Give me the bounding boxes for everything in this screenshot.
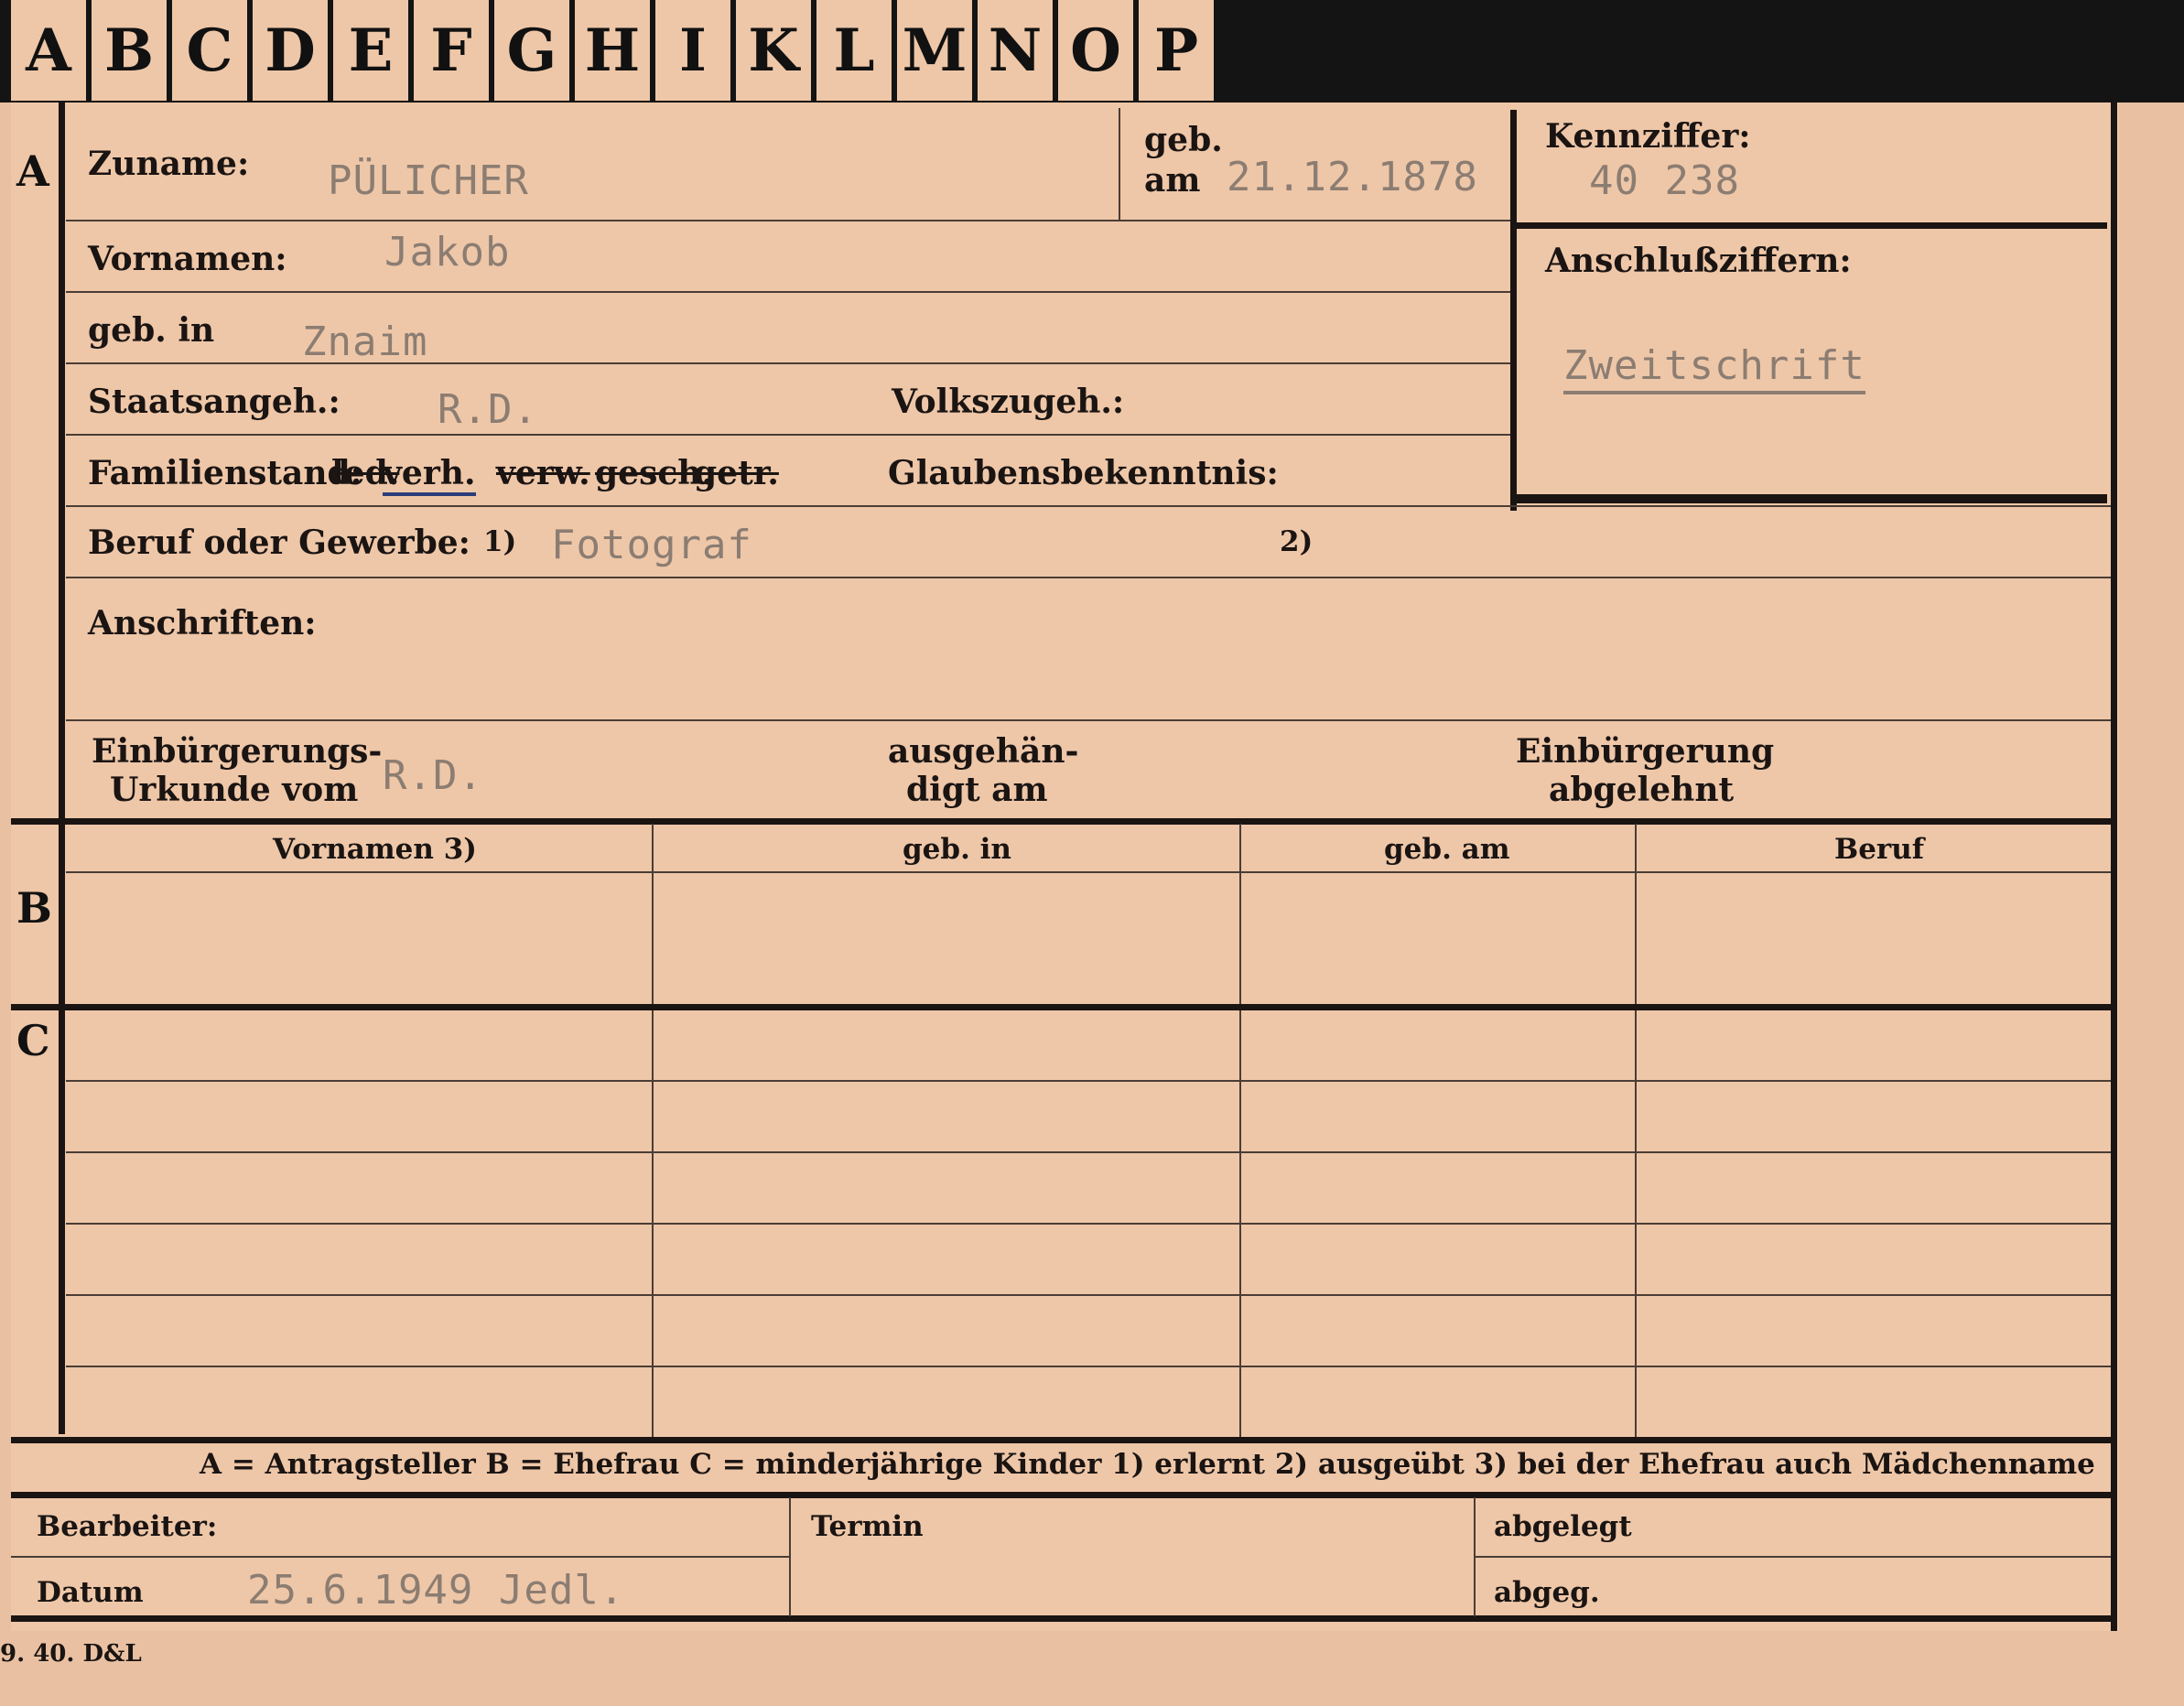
reference-label: Kennziffer:: [1545, 117, 1751, 156]
section-column-divider: [59, 103, 65, 1434]
first-names-label: Vornamen:: [88, 240, 287, 278]
index-tab-i[interactable]: I: [655, 0, 736, 101]
section-a-letter: A: [16, 146, 49, 196]
footer-row-rule: [11, 1556, 789, 1558]
index-tab-e[interactable]: E: [333, 0, 414, 101]
birthplace-value: Znaim: [302, 319, 428, 365]
index-tab-a[interactable]: A: [11, 0, 92, 101]
footer-top-rule: [11, 1492, 2116, 1498]
clerk-label: Bearbeiter:: [37, 1510, 218, 1543]
occupation-value: Fotograf: [551, 522, 752, 568]
row-rule: [66, 220, 1510, 221]
handed-label-2: digt am: [906, 771, 1048, 809]
linked-label: Anschlußziffern:: [1545, 242, 1852, 280]
printer-imprint: 9. 40. D&L: [0, 1640, 142, 1668]
header-birthplace: geb. in: [903, 833, 1011, 866]
birth-date-value: 21.12.1878: [1227, 154, 1478, 200]
index-tab-n[interactable]: N: [978, 0, 1058, 101]
occupation-note-2: 2): [1280, 525, 1314, 558]
deadline-label: Termin: [811, 1510, 924, 1543]
surname-label: Zuname:: [88, 145, 250, 183]
citizenship-label: Staatsangeh.:: [88, 383, 341, 421]
legend-text: A = Antragsteller B = Ehefrau C = minder…: [200, 1448, 2095, 1481]
table-row: [66, 1151, 2111, 1153]
index-tab-c[interactable]: C: [172, 0, 253, 101]
index-tab-k[interactable]: K: [736, 0, 816, 101]
index-tab-o[interactable]: O: [1058, 0, 1139, 101]
naturalization-value: R.D.: [383, 752, 483, 799]
table-col-divider: [1635, 824, 1637, 1004]
index-tab-h[interactable]: H: [575, 0, 655, 101]
born-label-2: am: [1144, 161, 1201, 200]
footer-col-divider: [789, 1497, 791, 1616]
header-first-names: Vornamen 3): [273, 833, 477, 866]
reference-box-left: [1510, 110, 1517, 511]
date-value: 25.6.1949 Jedl.: [247, 1567, 625, 1614]
marital-label: Familienstand:: [88, 454, 362, 492]
table-row: [66, 1080, 2111, 1082]
table-col-divider: [1239, 824, 1241, 1004]
first-names-value: Jakob: [384, 229, 511, 275]
index-tab-m[interactable]: M: [897, 0, 978, 101]
date-label: Datum: [37, 1576, 144, 1609]
table-row: [66, 1223, 2111, 1225]
reference-box-bottom: [1510, 494, 2107, 503]
ethnicity-label: Volkszugeh.:: [892, 383, 1125, 421]
naturalization-label-2: Urkunde vom: [110, 771, 359, 809]
card-right-edge: [2111, 103, 2117, 1631]
index-tab-g[interactable]: G: [494, 0, 575, 101]
section-b-letter: B: [16, 883, 52, 933]
sent-label: abgeg.: [1494, 1576, 1600, 1609]
footer-row-rule: [1474, 1556, 2111, 1558]
card-bottom-rule: [11, 1615, 2116, 1622]
reference-value: 40 238: [1589, 157, 1740, 204]
index-tab-d[interactable]: D: [253, 0, 333, 101]
table-row: [66, 1294, 2111, 1296]
citizenship-value: R.D.: [438, 386, 538, 433]
handed-label-1: ausgehän-: [888, 732, 1079, 771]
born-label-1: geb.: [1144, 121, 1223, 159]
addresses-label: Anschriften:: [88, 604, 317, 642]
occupation-note-1: 1): [483, 525, 517, 558]
header-birth-date: geb. am: [1384, 833, 1510, 866]
naturalization-label-1: Einbürgerungs-: [92, 732, 383, 771]
religion-label: Glaubensbekenntnis:: [888, 454, 1279, 492]
index-tab-f[interactable]: F: [414, 0, 494, 101]
reference-box-divider: [1510, 222, 2107, 229]
rejected-label-2: abgelehnt: [1549, 771, 1735, 809]
birthdate-divider: [1119, 108, 1120, 220]
row-rule: [66, 577, 2111, 578]
row-rule: [66, 434, 1510, 436]
section-bc-divider: [11, 1004, 2116, 1010]
birthplace-label: geb. in: [88, 311, 215, 350]
marital-option-married: verh.: [383, 454, 476, 496]
occupation-label: Beruf oder Gewerbe:: [88, 524, 470, 562]
surname-value: PÜLICHER: [328, 157, 529, 204]
legend-top-rule: [11, 1437, 2116, 1443]
section-c-letter: C: [16, 1016, 50, 1065]
table-header-rule: [66, 871, 2111, 873]
row-rule: [66, 505, 2111, 507]
row-rule: [66, 362, 1510, 364]
marital-option-widowed: verw.: [496, 454, 590, 492]
index-tab-b[interactable]: B: [92, 0, 172, 101]
table-row: [66, 1366, 2111, 1367]
marital-option-separated: getr.: [694, 454, 779, 492]
copy-note: Zweitschrift: [1563, 342, 1865, 394]
rejected-label-1: Einbürgerung: [1516, 732, 1775, 771]
header-occupation: Beruf: [1834, 833, 1925, 866]
section-ab-divider: [11, 818, 2116, 825]
index-tab-p[interactable]: P: [1139, 0, 1219, 101]
row-rule: [66, 291, 1510, 293]
filed-label: abgelegt: [1494, 1510, 1632, 1543]
index-tab-l[interactable]: L: [816, 0, 897, 101]
table-col-divider: [652, 824, 654, 1004]
row-rule: [66, 719, 2111, 721]
